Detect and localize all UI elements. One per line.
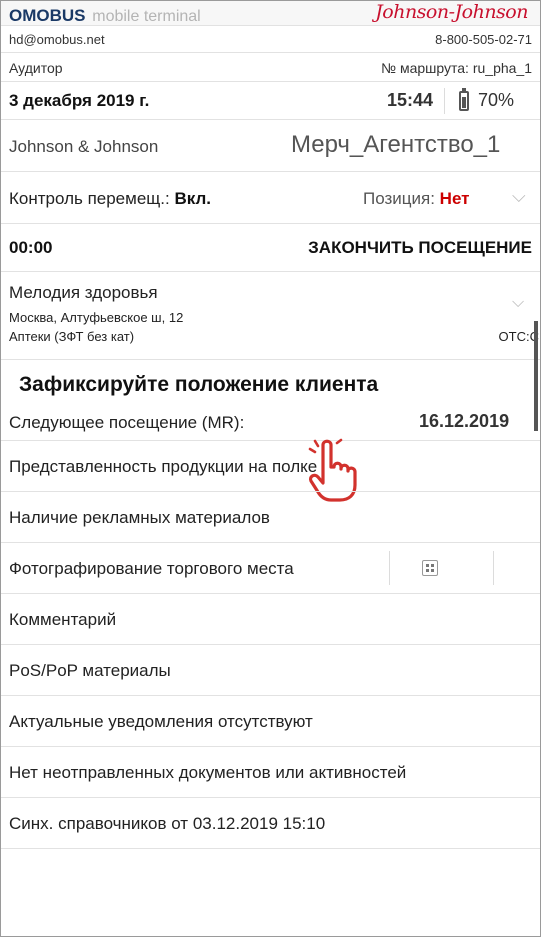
menu-item-label: Синх. справочников от 03.12.2019 15:10: [9, 814, 326, 833]
menu-item-label: PoS/PoP материалы: [9, 661, 171, 680]
position-label: Позиция:: [363, 189, 435, 208]
brand-title: OMOBUS mobile terminal: [9, 6, 201, 26]
position-control[interactable]: Позиция: Нет: [363, 189, 470, 209]
client-channel: Аптеки (ЗФТ без кат): [9, 329, 135, 344]
company-name: Johnson & Johnson: [9, 137, 159, 156]
end-visit-button[interactable]: ЗАКОНЧИТЬ ПОСЕЩЕНИЕ: [308, 238, 532, 258]
next-visit-row: Следующее посещение (MR): 16.12.2019: [1, 405, 540, 441]
visit-row: 00:00 ЗАКОНЧИТЬ ПОСЕЩЕНИЕ: [1, 224, 540, 272]
menu-item-label: Комментарий: [9, 610, 117, 629]
route-text: № маршрута: ru_pha_1: [381, 60, 532, 76]
menu-item-label: Нет неотправленных документов или активн…: [9, 763, 407, 782]
header-contact-row: hd@omobus.net 8-800-505-02-71: [1, 26, 540, 53]
client-address: Москва, Алтуфьевское ш, 12: [9, 310, 184, 325]
menu-item-shelf[interactable]: Представленность продукции на полке: [1, 441, 540, 492]
menu-item-label: Актуальные уведомления отсутствуют: [9, 712, 313, 731]
photo-divider-right: [493, 551, 494, 585]
time-text: 15:44: [387, 90, 434, 110]
menu-item-unsent[interactable]: Нет неотправленных документов или активн…: [1, 747, 540, 798]
client-chevron-icon[interactable]: ⌵: [512, 294, 524, 312]
menu-item-label: Фотографирование торгового места: [9, 559, 294, 578]
role-text: Аудитор: [9, 60, 63, 76]
agency-name: Мерч_Агентство_1: [291, 131, 501, 158]
menu-item-label: Наличие рекламных материалов: [9, 508, 270, 527]
controls-row: Контроль перемещ.: Вкл. Позиция: Нет ⌵: [1, 172, 540, 224]
next-visit-label: Следующее посещение (MR):: [9, 413, 245, 432]
position-chevron-icon[interactable]: ⌵: [512, 186, 526, 207]
menu-item-label: Представленность продукции на полке: [9, 457, 318, 476]
johnson-logo: Johnson-Johnson: [375, 1, 528, 23]
movement-value[interactable]: Вкл.: [174, 189, 211, 208]
header-brand-row: OMOBUS mobile terminal Johnson-Johnson: [1, 1, 540, 26]
fix-position-title: Зафиксируйте положение клиента: [19, 373, 379, 396]
time-divider: [444, 88, 445, 114]
menu-item-notifications[interactable]: Актуальные уведомления отсутствуют: [1, 696, 540, 747]
phone-text: 8-800-505-02-71: [435, 32, 532, 47]
battery-percent: 70%: [478, 90, 515, 110]
client-name: Мелодия здоровья: [9, 283, 158, 302]
company-row[interactable]: Johnson & Johnson Мерч_Агентство_1: [1, 120, 540, 172]
grid-icon[interactable]: [422, 560, 438, 576]
movement-control: Контроль перемещ.: Вкл.: [9, 189, 211, 209]
movement-label: Контроль перемещ.:: [9, 189, 170, 208]
battery-fill: [462, 96, 466, 108]
client-code: ОТС:С: [498, 329, 539, 344]
client-block[interactable]: Мелодия здоровья Москва, Алтуфьевское ш,…: [1, 272, 540, 360]
brand-subtitle: mobile terminal: [92, 8, 201, 25]
menu-item-pos-pop[interactable]: PoS/PoP материалы: [1, 645, 540, 696]
battery-icon: [459, 88, 469, 111]
menu-item-sync[interactable]: Синх. справочников от 03.12.2019 15:10: [1, 798, 540, 849]
app-screen: OMOBUS mobile terminal Johnson-Johnson h…: [0, 0, 541, 937]
next-visit-date: 16.12.2019: [419, 411, 510, 431]
date-text: 3 декабря 2019 г.: [9, 91, 150, 110]
menu-item-comment[interactable]: Комментарий: [1, 594, 540, 645]
menu-item-ads[interactable]: Наличие рекламных материалов: [1, 492, 540, 543]
fix-position-row[interactable]: Зафиксируйте положение клиента: [1, 360, 540, 405]
header-role-row: Аудитор № маршрута: ru_pha_1: [1, 53, 540, 82]
menu-item-photo[interactable]: Фотографирование торгового места: [1, 543, 540, 594]
brand-name: OMOBUS: [9, 6, 86, 25]
photo-divider-left: [389, 551, 390, 585]
position-value: Нет: [439, 189, 470, 208]
email-text: hd@omobus.net: [9, 32, 105, 47]
visit-timer: 00:00: [9, 238, 53, 257]
